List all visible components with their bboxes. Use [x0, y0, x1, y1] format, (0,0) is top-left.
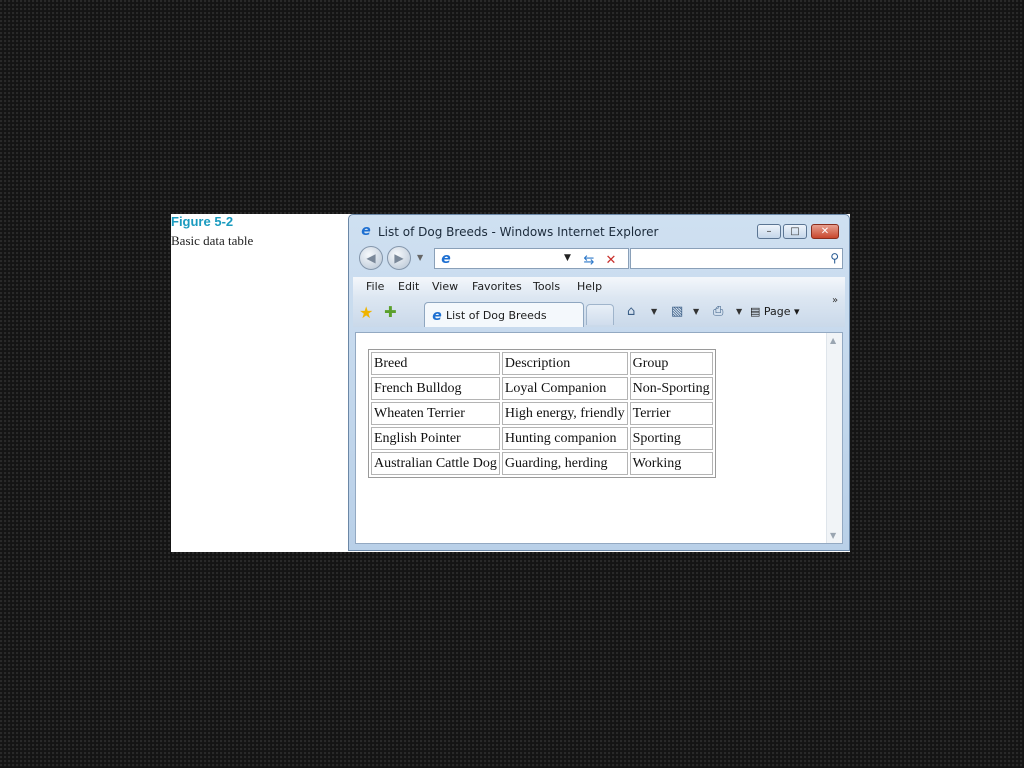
- browser-window: e List of Dog Breeds - Windows Internet …: [348, 214, 850, 551]
- new-tab-button[interactable]: [586, 304, 614, 325]
- table-cell: Hunting companion: [501, 427, 628, 450]
- favorites-star-icon[interactable]: ★: [359, 303, 373, 322]
- table-cell: English Pointer: [371, 427, 500, 450]
- maximize-button[interactable]: □: [783, 224, 807, 239]
- table-cell: Sporting: [629, 427, 713, 450]
- table-cell: Working: [629, 452, 713, 475]
- table-cell: Wheaten Terrier: [371, 402, 500, 425]
- page-icon-glyph: ▤: [750, 305, 764, 318]
- menu-bar: File Edit View Favorites Tools Help: [353, 277, 845, 297]
- table-cell: Australian Cattle Dog: [371, 452, 500, 475]
- table-cell: High energy, friendly: [501, 402, 628, 425]
- scroll-down-icon[interactable]: ▼: [830, 531, 836, 540]
- table-cell: Group: [629, 352, 713, 375]
- forward-button[interactable]: ▶: [387, 246, 411, 270]
- ie-logo-icon: e: [361, 223, 371, 239]
- table-row: French Bulldog Loyal Companion Non-Sport…: [371, 377, 713, 400]
- menu-tools[interactable]: Tools: [533, 280, 560, 293]
- table-cell: Terrier: [629, 402, 713, 425]
- close-button[interactable]: ✕: [811, 224, 839, 239]
- recent-pages-dropdown-icon[interactable]: ▼: [417, 253, 423, 262]
- home-icon[interactable]: ⌂: [627, 304, 635, 319]
- table-cell: French Bulldog: [371, 377, 500, 400]
- home-dropdown-icon[interactable]: ▼: [651, 307, 657, 316]
- table-cell: Description: [501, 352, 628, 375]
- table-row: English Pointer Hunting companion Sporti…: [371, 427, 713, 450]
- page-content: Breed Description Group French Bulldog L…: [355, 332, 843, 544]
- refresh-icon[interactable]: ⇆: [580, 253, 598, 269]
- page-dropdown-icon: ▾: [790, 305, 800, 318]
- table-cell: Non-Sporting: [629, 377, 713, 400]
- back-button[interactable]: ◀: [359, 246, 383, 270]
- stop-icon[interactable]: ✕: [602, 253, 620, 269]
- menu-edit[interactable]: Edit: [398, 280, 419, 293]
- page-label: Page: [763, 305, 791, 318]
- tab-page-icon: e: [432, 308, 442, 324]
- address-dropdown-icon[interactable]: ▼: [564, 253, 571, 263]
- search-input[interactable]: ⚲: [630, 248, 843, 269]
- search-icon[interactable]: ⚲: [830, 251, 839, 265]
- print-dropdown-icon[interactable]: ▼: [736, 307, 742, 316]
- menu-file[interactable]: File: [366, 280, 384, 293]
- figure-number: Figure 5-2: [171, 214, 234, 229]
- table-row: Australian Cattle Dog Guarding, herding …: [371, 452, 713, 475]
- page-menu-button[interactable]: ▤ Page ▾: [750, 305, 800, 318]
- window-title: List of Dog Breeds - Windows Internet Ex…: [378, 225, 659, 239]
- menu-help[interactable]: Help: [577, 280, 602, 293]
- dog-breeds-table: Breed Description Group French Bulldog L…: [368, 349, 716, 478]
- address-bar[interactable]: e ▼ ⇆ ✕: [434, 248, 629, 269]
- add-favorite-icon[interactable]: ✚: [384, 303, 397, 321]
- title-bar[interactable]: e List of Dog Breeds - Windows Internet …: [349, 215, 849, 245]
- figure-description: Basic data table: [171, 233, 254, 248]
- table-cell: Guarding, herding: [501, 452, 628, 475]
- table-cell: Loyal Companion: [501, 377, 628, 400]
- menu-view[interactable]: View: [432, 280, 458, 293]
- page-icon: e: [441, 251, 451, 267]
- forward-arrow-icon: ▶: [394, 251, 404, 265]
- table-cell: Breed: [371, 352, 500, 375]
- menu-favorites[interactable]: Favorites: [472, 280, 522, 293]
- navigation-bar: ◀ ▶ ▼ e ▼ ⇆ ✕ ⚲: [349, 245, 849, 273]
- tab-bar: ★ ✚ e List of Dog Breeds ⌂ ▼ ▧ ▼ ⎙ ▼ ▤ P…: [353, 295, 845, 327]
- tab-label: List of Dog Breeds: [446, 309, 547, 322]
- feeds-dropdown-icon[interactable]: ▼: [693, 307, 699, 316]
- scroll-up-icon[interactable]: ▲: [830, 336, 836, 345]
- print-icon[interactable]: ⎙: [713, 304, 723, 319]
- tab-list-of-dog-breeds[interactable]: e List of Dog Breeds: [424, 302, 584, 327]
- figure-panel: Figure 5-2 Basic data table e List of Do…: [171, 214, 850, 552]
- table-row: Wheaten Terrier High energy, friendly Te…: [371, 402, 713, 425]
- table-header-row: Breed Description Group: [371, 352, 713, 375]
- feeds-icon[interactable]: ▧: [671, 304, 683, 319]
- toolbar-overflow-icon[interactable]: »: [832, 295, 838, 306]
- figure-caption: Figure 5-2 Basic data table: [171, 214, 347, 552]
- back-arrow-icon: ◀: [366, 251, 376, 265]
- minimize-button[interactable]: –: [757, 224, 781, 239]
- vertical-scrollbar[interactable]: ▲ ▼: [826, 333, 842, 543]
